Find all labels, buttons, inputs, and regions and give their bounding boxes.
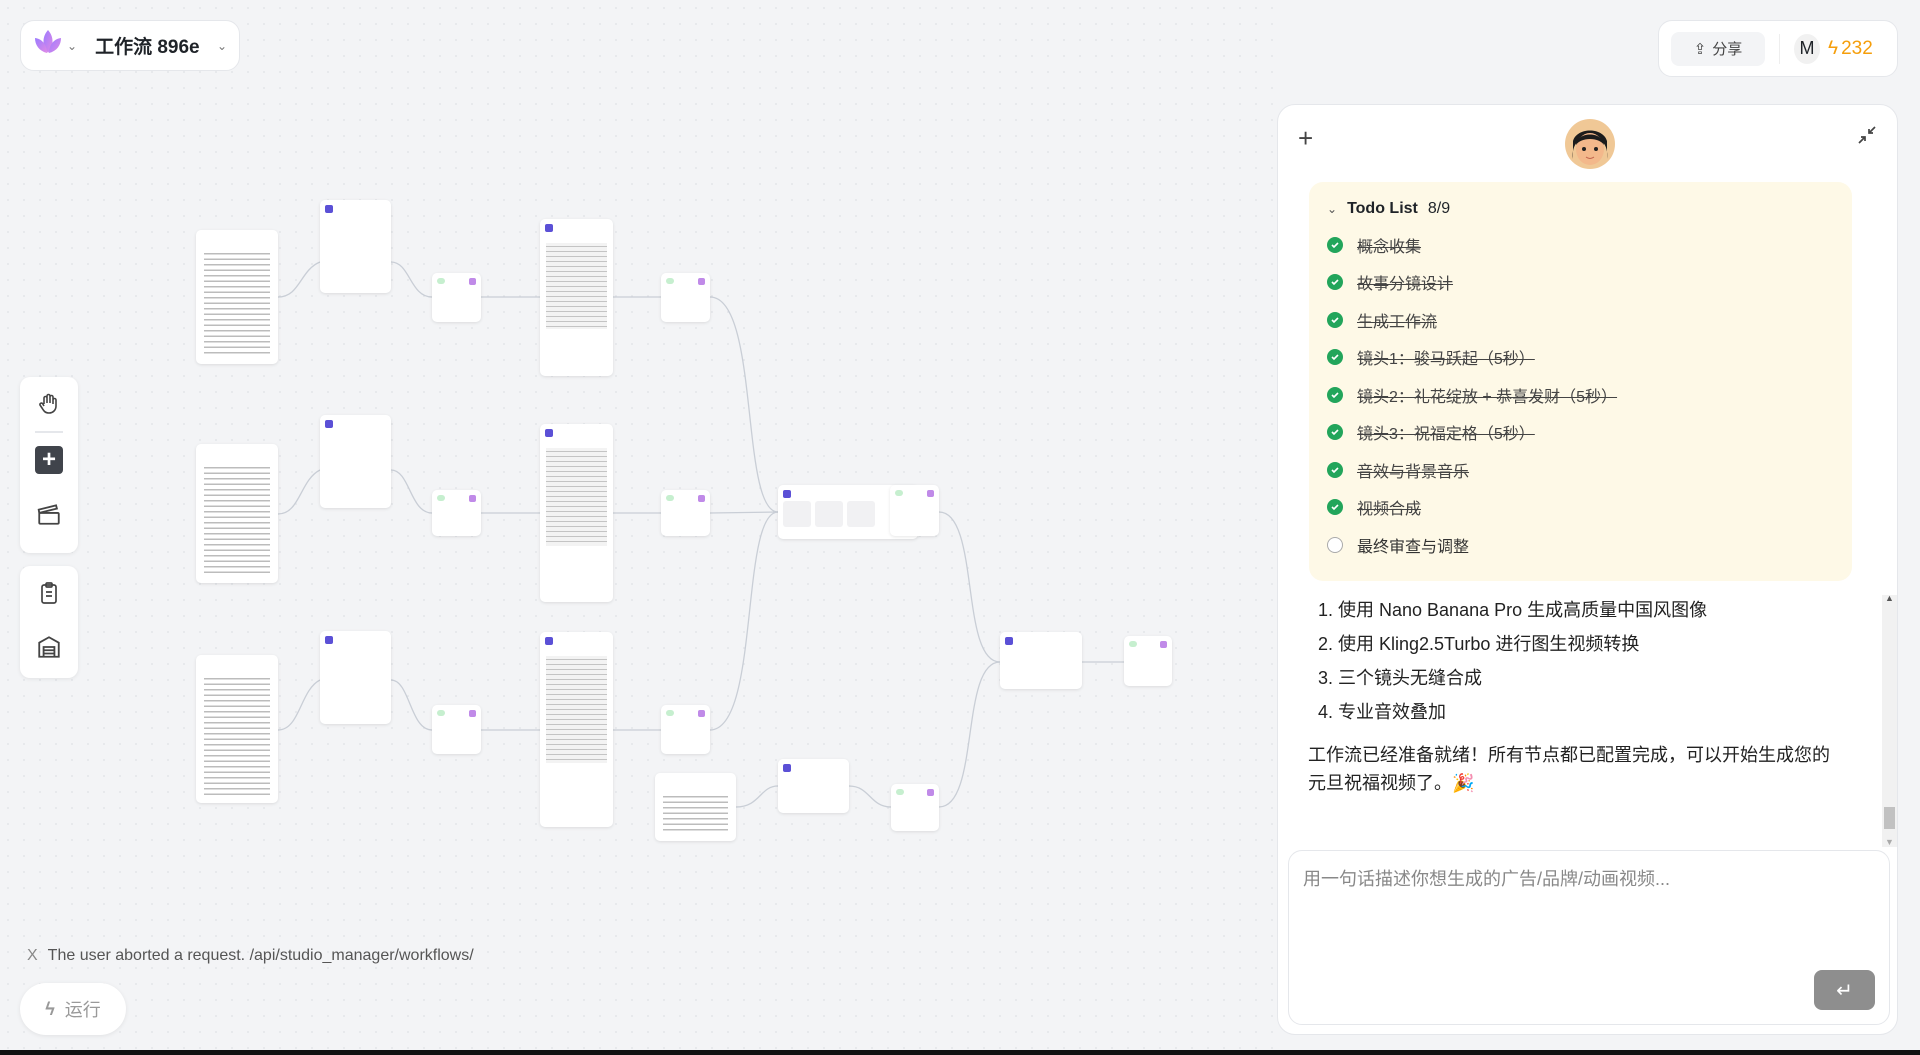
todo-item-label: 镜头2：礼花绽放 + 恭喜发财（5秒） — [1357, 388, 1618, 406]
step-item: 3. 三个镜头无缝合成 — [1318, 668, 1483, 688]
error-text: The user aborted a request. /api/studio_… — [47, 947, 474, 964]
image-gen-node[interactable] — [320, 631, 391, 724]
check-circle-icon — [1327, 424, 1343, 441]
todo-item: 生成工作流 — [1327, 301, 1834, 339]
todo-item: 视频合成 — [1327, 489, 1834, 527]
step-item: 4. 专业音效叠加 — [1318, 702, 1447, 722]
chat-input[interactable] — [1303, 865, 1875, 965]
text-prompt-node[interactable] — [196, 230, 278, 364]
video-gen-node[interactable] — [540, 424, 613, 602]
todo-item: 镜头3：祝福定格（5秒） — [1327, 414, 1834, 452]
credits-count: 232 — [1841, 37, 1873, 59]
todo-header[interactable]: ⌄ Todo List 8/9 — [1327, 200, 1834, 218]
check-circle-icon — [1327, 386, 1343, 403]
text-prompt-node[interactable] — [196, 444, 278, 583]
todo-item-label: 音效与背景音乐 — [1357, 463, 1470, 481]
warehouse-icon[interactable] — [34, 632, 64, 662]
upload-icon: ⇪ — [1693, 40, 1707, 58]
todo-item: 故事分镜设计 — [1327, 264, 1834, 302]
audio-gen-node[interactable] — [778, 759, 849, 813]
chat-scrollbar[interactable]: ▲ ▼ — [1882, 593, 1897, 847]
check-circle-icon — [1327, 311, 1343, 328]
hand-pan-icon[interactable] — [34, 389, 64, 419]
empty-circle-icon — [1327, 536, 1343, 553]
todo-count: 8/9 — [1427, 200, 1451, 217]
chat-panel: + ⌄ Todo List 8/9 概念收集故事分镜设计 生成工作流镜头1：骏马跃起（… — [1277, 104, 1898, 1035]
todo-item-label: 镜头1：骏马跃起（5秒） — [1357, 351, 1535, 369]
canvas-toolbar: + — [20, 377, 78, 553]
todo-item-label: 镜头3：祝福定格（5秒） — [1357, 426, 1535, 444]
step-item: 2. 使用 Kling2.5Turbo 进行图生视频转换 — [1318, 634, 1640, 654]
video-output-node[interactable] — [661, 705, 710, 754]
user-avatar[interactable]: M — [1794, 33, 1820, 64]
todo-item: 镜头2：礼花绽放 + 恭喜发财（5秒） — [1327, 376, 1834, 414]
lightning-icon: ϟ — [1828, 37, 1839, 59]
add-node-icon[interactable]: + — [34, 445, 64, 475]
workflow-canvas[interactable] — [0, 0, 1275, 1050]
close-icon[interactable]: X — [27, 947, 38, 964]
todo-item: 概念收集 — [1327, 226, 1834, 264]
video-gen-node[interactable] — [540, 632, 613, 827]
run-label: 运行 — [64, 1000, 101, 1020]
image-gen-node[interactable] — [320, 200, 391, 293]
video-output-node[interactable] — [661, 273, 710, 322]
audio-prompt-node[interactable] — [655, 773, 736, 841]
assistant-message: 1. 使用 Nano Banana Pro 生成高质量中国风图像 2. 使用 K… — [1308, 593, 1838, 797]
share-label: 分享 — [1712, 41, 1743, 58]
check-circle-icon — [1327, 349, 1343, 366]
chevron-down-icon[interactable]: ⌄ — [1327, 202, 1337, 216]
merged-video-node[interactable] — [890, 485, 939, 536]
divider — [35, 431, 63, 433]
todo-item: 音效与背景音乐 — [1327, 451, 1834, 489]
chevron-down-icon[interactable]: ⌄ — [217, 39, 227, 53]
todo-item: 镜头1：骏马跃起（5秒） — [1327, 339, 1834, 377]
send-button[interactable]: ↵ — [1814, 970, 1875, 1010]
node-edges — [277, 261, 1124, 808]
share-button[interactable]: ⇪ 分享 — [1671, 31, 1765, 66]
run-button[interactable]: ϟ 运行 — [20, 983, 126, 1035]
bottom-edge — [0, 1050, 1920, 1055]
workflow-title-bar: ⌄ 工作流 896e ⌄ — [20, 20, 240, 71]
todo-item-label: 概念收集 — [1357, 238, 1422, 256]
canvas-toolbar-secondary — [20, 566, 78, 678]
lotus-logo-icon[interactable] — [33, 29, 63, 62]
step-item: 1. 使用 Nano Banana Pro 生成高质量中国风图像 — [1318, 600, 1708, 620]
video-output-node[interactable] — [661, 490, 710, 536]
new-chat-icon[interactable]: + — [1298, 123, 1313, 154]
todo-item-label: 视频合成 — [1357, 501, 1422, 519]
error-message: X The user aborted a request. /api/studio… — [27, 947, 474, 965]
image-output-node[interactable] — [432, 490, 481, 536]
clapperboard-icon[interactable] — [34, 499, 64, 529]
text-prompt-node[interactable] — [196, 655, 278, 803]
credits-badge[interactable]: ϟ 232 — [1828, 38, 1873, 60]
top-right-bar: ⇪ 分享 M ϟ 232 — [1658, 20, 1898, 77]
check-circle-icon — [1327, 461, 1343, 478]
check-circle-icon — [1327, 236, 1343, 253]
assistant-avatar — [1565, 119, 1615, 169]
todo-list: ⌄ Todo List 8/9 概念收集故事分镜设计 生成工作流镜头1：骏马跃起（5秒… — [1309, 182, 1852, 581]
final-output-node[interactable] — [1124, 636, 1172, 686]
todo-item-label: 故事分镜设计 — [1357, 276, 1454, 294]
image-output-node[interactable] — [432, 273, 481, 322]
video-gen-node[interactable] — [540, 219, 613, 376]
image-gen-node[interactable] — [320, 415, 391, 508]
todo-item-label: 最终审查与调整 — [1357, 538, 1470, 556]
chevron-down-icon[interactable]: ⌄ — [67, 39, 77, 53]
image-output-node[interactable] — [432, 705, 481, 754]
todo-title: Todo List — [1347, 200, 1418, 217]
compose-node[interactable] — [1000, 632, 1082, 689]
collapse-icon[interactable] — [1857, 125, 1877, 150]
lightning-icon: ϟ — [45, 998, 55, 1019]
chat-input-box: ↵ — [1288, 850, 1890, 1025]
todo-item: 最终审查与调整 — [1327, 526, 1834, 564]
todo-item-label: 生成工作流 — [1357, 313, 1438, 331]
clipboard-list-icon[interactable] — [34, 578, 64, 608]
audio-output-node[interactable] — [891, 784, 939, 831]
check-circle-icon — [1327, 274, 1343, 291]
message-text: 工作流已经准备就绪！所有节点都已配置完成，可以开始生成您的元旦祝福视频了。🎉 — [1308, 745, 1830, 793]
check-circle-icon — [1327, 499, 1343, 516]
workflow-title[interactable]: 工作流 896e — [95, 32, 217, 59]
divider — [1779, 33, 1780, 64]
